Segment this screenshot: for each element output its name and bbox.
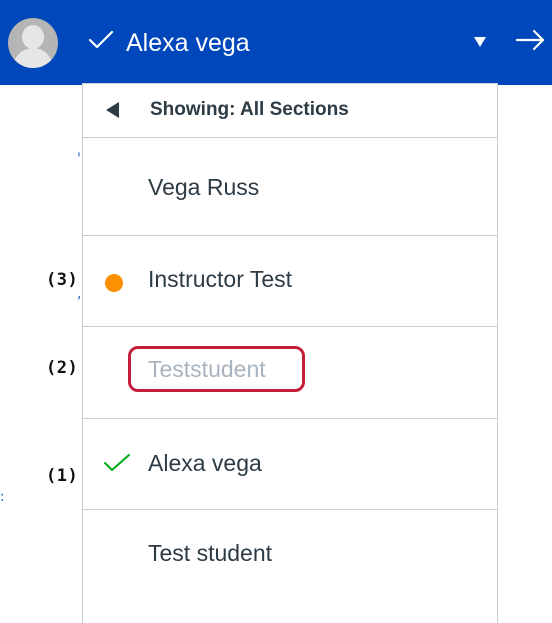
arrow-right-icon[interactable]	[515, 28, 547, 52]
student-list-item[interactable]: Test student	[83, 510, 497, 610]
callout-label-3: (3)	[46, 270, 79, 290]
section-filter-label: Showing: All Sections	[150, 99, 349, 120]
background-fragment: '	[77, 151, 81, 167]
status-dot-icon	[105, 274, 123, 292]
student-list-item[interactable]: Alexa vega	[83, 419, 497, 510]
student-dropdown-menu: Showing: All Sections Vega Russ Instruct…	[82, 83, 498, 623]
checkmark-icon	[88, 30, 114, 49]
student-list-item[interactable]: Vega Russ	[83, 138, 497, 236]
student-name: Teststudent	[148, 356, 266, 382]
avatar-head	[22, 25, 44, 49]
app-header: Alexa vega	[0, 0, 552, 85]
section-filter-row[interactable]: Showing: All Sections	[83, 83, 497, 138]
avatar-icon[interactable]	[8, 18, 58, 68]
background-fragment: :	[0, 489, 5, 505]
selected-student-name[interactable]: Alexa vega	[126, 27, 250, 59]
student-name: Test student	[148, 540, 273, 566]
caret-down-icon[interactable]	[474, 37, 486, 47]
student-name: Alexa vega	[148, 450, 262, 476]
student-name: Instructor Test	[148, 266, 293, 292]
checkmark-icon	[104, 454, 130, 471]
student-list-item[interactable]: Instructor Test	[83, 236, 497, 327]
student-name: Vega Russ	[148, 174, 260, 200]
callout-label-2: (2)	[46, 358, 79, 378]
student-list-item[interactable]: Teststudent	[83, 327, 497, 419]
avatar-shoulders	[13, 48, 53, 68]
back-arrow-icon[interactable]	[106, 102, 119, 118]
callout-label-1: (1)	[46, 466, 79, 486]
